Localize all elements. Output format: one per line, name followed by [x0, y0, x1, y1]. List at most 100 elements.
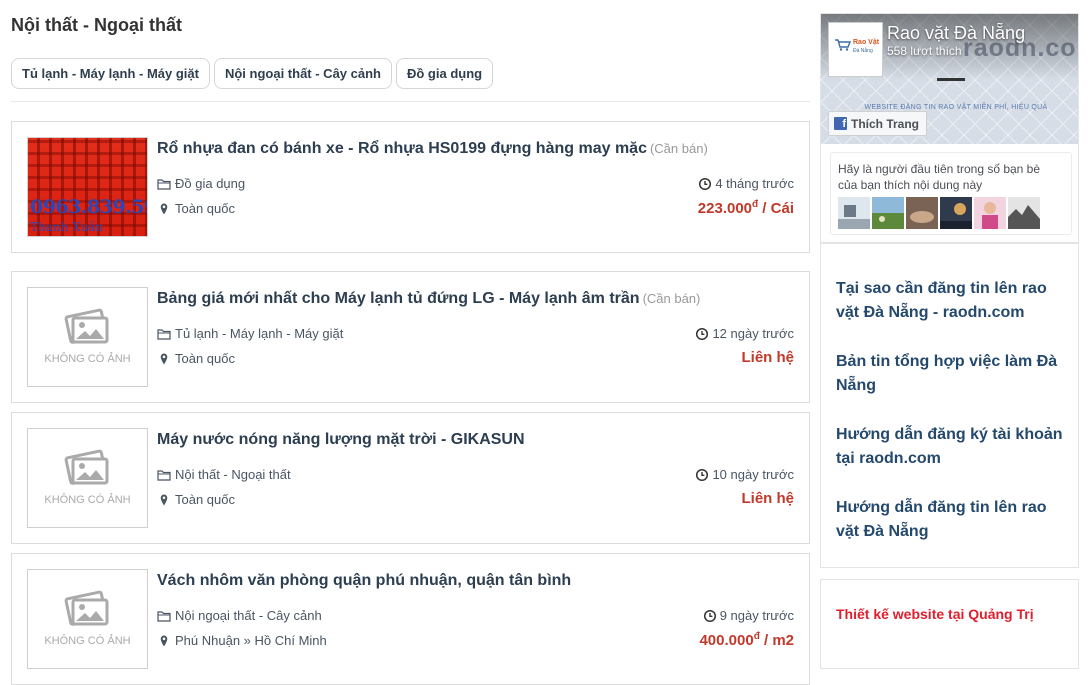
listing-category-label: Đồ gia dụng	[175, 176, 246, 191]
listing-type: (Cần bán)	[642, 291, 701, 306]
listing-card[interactable]: KHÔNG CÓ ẢNH Máy nước nóng năng lượng mặ…	[11, 412, 810, 544]
price-value: 223.000	[697, 200, 753, 217]
category-pill-furniture-plants[interactable]: Nội ngoại thất - Cây cảnh	[213, 58, 392, 89]
news-panel: Tại sao cần đăng tin lên rao vặt Đà Nẵng…	[820, 243, 1079, 568]
no-image-icon	[64, 449, 109, 485]
listing-type: (Cần bán)	[649, 141, 708, 156]
cover-tagline: WEBSITE ĐĂNG TIN RAO VẶT MIỄN PHÍ, HIỆU …	[864, 104, 1048, 111]
folder-icon	[157, 610, 171, 622]
folder-icon	[157, 178, 171, 190]
listing-card[interactable]: KHÔNG CÓ ẢNH Bảng giá mới nhất cho Máy l…	[11, 271, 810, 403]
page-title: Nội thất - Ngoại thất	[11, 15, 182, 35]
listing-price: 400.000đ / m2	[699, 631, 794, 649]
map-marker-icon	[160, 494, 168, 505]
shopping-cart-icon	[835, 39, 851, 51]
listing-location-label: Toàn quốc	[175, 492, 235, 507]
image-watermark: 0963.839.59	[30, 196, 148, 218]
listing-category[interactable]: Tủ lạnh - Máy lạnh - Máy giặt	[157, 326, 343, 341]
news-link[interactable]: Tại sao cần đăng tin lên rao vặt Đà Nẵng…	[836, 277, 1071, 325]
avatar[interactable]	[974, 197, 1006, 229]
no-image-label: KHÔNG CÓ ẢNH	[44, 494, 131, 506]
listing-time-label: 12 ngày trước	[712, 326, 794, 341]
map-marker-icon	[160, 203, 168, 214]
price-value: Liên hệ	[741, 490, 794, 507]
category-filter-bar: Tủ lạnh - Máy lạnh - Máy giặt Nội ngoại …	[11, 58, 494, 90]
facebook-cover-image[interactable]: raodn.com WEBSITE ĐĂNG TIN RAO VẶT MIỄN …	[821, 14, 1078, 144]
listing-thumbnail[interactable]: KHÔNG CÓ ẢNH	[27, 428, 148, 528]
listing-card[interactable]: KHÔNG CÓ ẢNH Vách nhôm văn phòng quận ph…	[11, 553, 810, 685]
price-unit: / Cái	[758, 200, 794, 217]
listing-thumbnail[interactable]: KHÔNG CÓ ẢNH	[27, 287, 148, 387]
listing-title[interactable]: Bảng giá mới nhất cho Máy lạnh tủ đứng L…	[157, 290, 700, 308]
logo-subtext: Đà Nẵng	[853, 48, 873, 54]
ad-panel: Thiết kế website tại Quảng Trị	[820, 579, 1079, 669]
listing-title-text[interactable]: Máy nước nóng năng lượng mặt trời - GIKA…	[157, 431, 525, 448]
listing-time: 9 ngày trước	[703, 608, 794, 623]
category-pill-refrigerators[interactable]: Tủ lạnh - Máy lạnh - Máy giặt	[11, 58, 210, 89]
listing-location: Toàn quốc	[157, 201, 235, 216]
price-value: Liên hệ	[741, 349, 794, 366]
listing-title[interactable]: Rổ nhựa đan có bánh xe - Rổ nhựa HS0199 …	[157, 140, 708, 158]
listing-location: Toàn quốc	[157, 492, 235, 507]
facebook-like-count: 558 lượt thích	[887, 44, 962, 58]
no-image-icon	[64, 308, 109, 344]
listing-title[interactable]: Vách nhôm văn phòng quận phú nhuận, quận…	[157, 572, 574, 590]
like-button-label: Thích Trang	[851, 116, 920, 131]
friends-prompt: Hãy là người đầu tiên trong số bạn bè củ…	[838, 162, 1041, 192]
listing-time-label: 4 tháng trước	[715, 176, 794, 191]
facebook-page-widget: raodn.com WEBSITE ĐĂNG TIN RAO VẶT MIỄN …	[820, 13, 1079, 243]
listing-price: Liên hệ	[741, 490, 794, 507]
news-link[interactable]: Bản tin tổng hợp việc làm Đà Nẵng	[836, 350, 1071, 398]
listing-card[interactable]: 0963.839.59 Thanh Xuân Rổ nhựa đan có bá…	[11, 121, 810, 253]
facebook-icon: f	[834, 117, 847, 130]
clock-icon	[696, 327, 709, 340]
logo-text: Rao Vặt	[853, 39, 880, 46]
listing-category[interactable]: Đồ gia dụng	[157, 176, 245, 191]
avatar[interactable]	[1008, 197, 1040, 229]
listing-time-label: 10 ngày trước	[712, 467, 794, 482]
listing-category-label: Tủ lạnh - Máy lạnh - Máy giặt	[175, 326, 344, 341]
listing-time: 12 ngày trước	[695, 326, 794, 341]
listing-time: 4 tháng trước	[698, 176, 794, 191]
listing-location-label: Toàn quốc	[175, 201, 235, 216]
news-link[interactable]: Hướng dẫn đăng tin lên rao vặt Đà Nẵng	[836, 496, 1071, 544]
news-link[interactable]: Hướng dẫn đăng ký tài khoản tại raodn.co…	[836, 423, 1071, 471]
friend-avatars	[838, 197, 1040, 229]
listing-price: 223.000đ / Cái	[698, 199, 794, 217]
facebook-like-button[interactable]: f Thích Trang	[828, 111, 928, 136]
listing-thumbnail[interactable]: 0963.839.59 Thanh Xuân	[27, 137, 148, 237]
listing-category[interactable]: Nội thất - Ngoại thất	[157, 467, 291, 482]
listing-category[interactable]: Nội ngoại thất - Cây cảnh	[157, 608, 322, 623]
avatar[interactable]	[940, 197, 972, 229]
facebook-page-logo[interactable]: Rao Vặt Đà Nẵng	[828, 22, 883, 77]
image-watermark: Thanh Xuân	[30, 220, 104, 234]
avatar[interactable]	[906, 197, 938, 229]
no-image-label: KHÔNG CÓ ẢNH	[44, 635, 131, 647]
price-value: 400.000	[699, 632, 754, 649]
no-image-label: KHÔNG CÓ ẢNH	[44, 353, 131, 365]
listing-location-label: Toàn quốc	[175, 351, 235, 366]
map-marker-icon	[160, 353, 168, 364]
clock-icon	[703, 609, 716, 622]
clock-icon	[696, 468, 709, 481]
listing-title-text[interactable]: Bảng giá mới nhất cho Máy lạnh tủ đứng L…	[157, 290, 640, 307]
folder-icon	[157, 469, 171, 481]
ad-link[interactable]: Thiết kế website tại Quảng Trị	[836, 606, 1034, 622]
map-marker-icon	[160, 635, 168, 646]
facebook-friends-panel: Hãy là người đầu tiên trong số bạn bè củ…	[830, 152, 1072, 235]
avatar[interactable]	[872, 197, 904, 229]
facebook-page-name[interactable]: Rao vặt Đà Nẵng	[887, 23, 1025, 44]
listing-price: Liên hệ	[741, 349, 794, 366]
category-pill-household[interactable]: Đồ gia dụng	[395, 58, 494, 89]
listing-thumbnail[interactable]: KHÔNG CÓ ẢNH	[27, 569, 148, 669]
listing-title-text[interactable]: Rổ nhựa đan có bánh xe - Rổ nhựa HS0199 …	[157, 140, 647, 157]
price-unit: / m2	[759, 632, 794, 649]
listing-category-label: Nội ngoại thất - Cây cảnh	[175, 608, 322, 623]
listing-location-label: Phú Nhuận » Hồ Chí Minh	[175, 633, 327, 648]
listing-category-label: Nội thất - Ngoại thất	[175, 467, 291, 482]
listing-title[interactable]: Máy nước nóng năng lượng mặt trời - GIKA…	[157, 431, 528, 449]
avatar[interactable]	[838, 197, 870, 229]
listing-title-text[interactable]: Vách nhôm văn phòng quận phú nhuận, quận…	[157, 572, 571, 589]
listing-time-label: 9 ngày trước	[719, 608, 794, 623]
no-image-icon	[64, 590, 109, 626]
